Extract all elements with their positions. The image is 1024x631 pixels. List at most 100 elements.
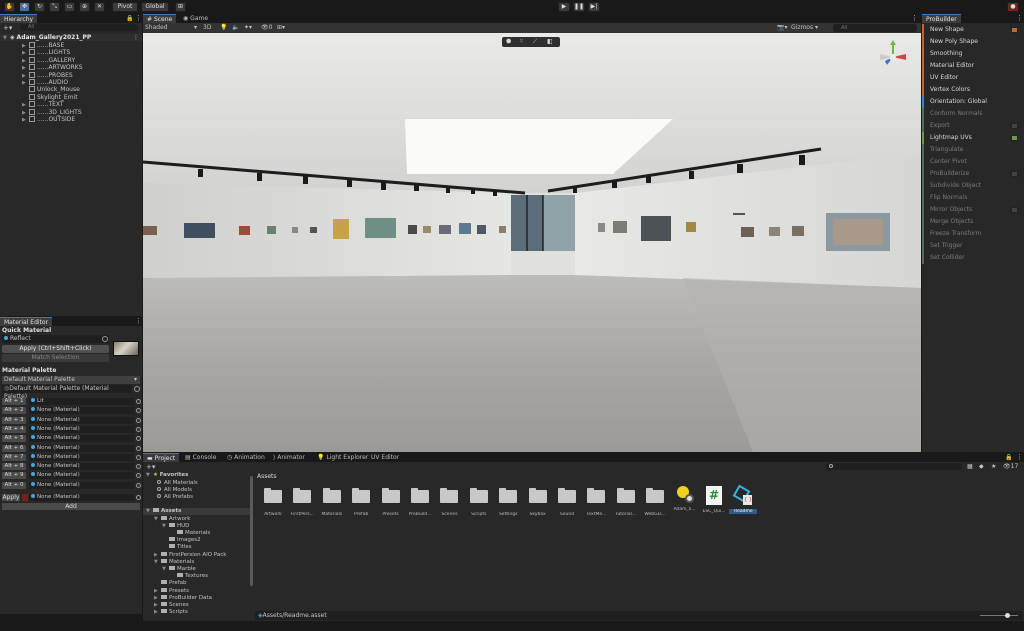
asset-tile[interactable]: Tutorial...: [612, 486, 640, 520]
material-slot-shortcut-button[interactable]: Alt + 6: [2, 444, 26, 452]
asset-tree-item[interactable]: ▶ ProBuilder Data: [154, 594, 212, 602]
tab-probuilder[interactable]: ProBuilder: [922, 14, 961, 23]
hierarchy-item[interactable]: Skylight_Emit: [0, 93, 142, 101]
expand-arrow-icon[interactable]: ▶: [22, 117, 29, 124]
probuilder-action-button[interactable]: Merge Objects: [922, 216, 1024, 228]
step-button[interactable]: ▶|: [588, 2, 600, 12]
more-icon[interactable]: ⋮: [135, 14, 142, 22]
grid-toggle-icon[interactable]: ⊞▾: [277, 24, 285, 31]
material-slot-shortcut-button[interactable]: Alt + 5: [2, 435, 26, 443]
more-icon[interactable]: ⋮: [911, 14, 918, 22]
probuilder-action-button[interactable]: New Poly Shape: [922, 36, 1024, 48]
camera-settings-icon[interactable]: 📷▾: [777, 24, 787, 31]
options-gear-icon[interactable]: [1011, 207, 1018, 213]
grid-snap-button[interactable]: ⊞: [175, 2, 186, 12]
asset-tree-item[interactable]: ▼ Materials: [154, 558, 194, 566]
asset-tile[interactable]: Scenes: [435, 486, 463, 520]
object-picker-icon[interactable]: [136, 454, 141, 460]
object-picker-icon[interactable]: [134, 386, 140, 392]
tab-material-editor[interactable]: Material Editor: [0, 317, 53, 326]
expand-arrow-icon[interactable]: ▼: [162, 566, 169, 573]
asset-tile[interactable]: ProBuild...: [406, 486, 434, 520]
material-slot-shortcut-button[interactable]: Alt + 9: [2, 472, 26, 480]
options-gear-icon[interactable]: [1011, 123, 1018, 129]
object-picker-icon[interactable]: [136, 445, 141, 451]
object-picker-icon[interactable]: [136, 495, 141, 500]
rect-tool-button[interactable]: ▭: [64, 2, 75, 12]
edge-mode-icon[interactable]: ⟋: [533, 38, 537, 46]
quick-material-field[interactable]: Reflect: [2, 335, 109, 343]
palette-dropdown[interactable]: Default Material Palette ▾: [2, 376, 140, 384]
more-icon[interactable]: ⋮: [1016, 14, 1023, 22]
asset-tree-item[interactable]: ▶ Scenes: [154, 601, 189, 609]
audio-toggle-icon[interactable]: 🔈: [232, 24, 239, 31]
options-gear-icon[interactable]: [1011, 135, 1018, 141]
asset-tile[interactable]: Settings: [494, 486, 522, 520]
object-picker-icon[interactable]: [136, 436, 141, 442]
material-slot-shortcut-button[interactable]: Alt + 3: [2, 416, 26, 424]
asset-tile[interactable]: Sound: [553, 486, 581, 520]
probuilder-action-button[interactable]: Smoothing: [922, 48, 1024, 60]
asset-tree-item[interactable]: Textures: [170, 573, 208, 580]
hierarchy-item[interactable]: ▶ ......ARTWORKS: [0, 64, 142, 71]
tree-scrollbar[interactable]: [250, 476, 253, 586]
asset-tree-item[interactable]: Prefab: [154, 580, 187, 587]
expand-arrow-icon[interactable]: ▼: [154, 516, 161, 523]
asset-tree-item[interactable]: Titles: [162, 544, 192, 551]
asset-tree-item[interactable]: ▼ Marble: [162, 565, 196, 573]
probuilder-action-button[interactable]: Set Collider: [922, 252, 1024, 264]
asset-tile[interactable]: Scripts: [465, 486, 493, 520]
apply-slot-material-field[interactable]: None (Material): [29, 494, 134, 501]
orientation-gizmo[interactable]: [875, 39, 911, 75]
more-icon[interactable]: ⋮: [135, 317, 142, 325]
probuilder-action-button[interactable]: Lightmap UVs: [922, 132, 1024, 144]
material-slot-field[interactable]: None (Material): [29, 472, 134, 480]
expand-arrow-icon[interactable]: ▶: [154, 602, 161, 609]
pause-button[interactable]: ❚❚: [573, 2, 585, 12]
object-picker-icon[interactable]: [136, 399, 141, 404]
rotate-tool-button[interactable]: ↻: [34, 2, 45, 12]
material-slot-field[interactable]: None (Material): [29, 416, 134, 424]
favorite-item[interactable]: All Materials: [157, 479, 198, 487]
probuilder-action-button[interactable]: New Shape: [922, 24, 1024, 36]
expand-arrow-icon[interactable]: ▼: [162, 523, 169, 530]
vertex-mode-icon[interactable]: ⁙: [519, 38, 524, 45]
hierarchy-item[interactable]: ▶ ......TEXT: [0, 101, 142, 108]
asset-tree-item[interactable]: Materials: [170, 529, 210, 537]
tab-scene[interactable]: # Scene: [143, 14, 177, 23]
mode-2d-3d-toggle[interactable]: 3D: [203, 24, 215, 32]
probuilder-action-button[interactable]: Export: [922, 120, 1024, 132]
palette-object-field[interactable]: ◎Default Material Palette (Material Pale…: [2, 385, 132, 400]
add-slot-button[interactable]: Add: [2, 503, 140, 510]
asset-tile[interactable]: Artwork: [259, 486, 287, 520]
account-icon[interactable]: ●: [1007, 2, 1019, 12]
asset-tile[interactable]: { } Readme: [729, 484, 758, 520]
material-slot-shortcut-button[interactable]: Alt + 1: [2, 398, 26, 405]
asset-tile[interactable]: WebGLT...: [641, 486, 669, 520]
material-slot-field[interactable]: None (Material): [29, 481, 134, 489]
object-picker-icon[interactable]: [136, 473, 141, 479]
hierarchy-item[interactable]: ▶ ......GALLERY: [0, 56, 142, 64]
asset-tile[interactable]: # ESC_Qui...: [700, 486, 728, 520]
move-tool-button[interactable]: ✥: [19, 2, 30, 12]
create-plus-button[interactable]: +▾: [3, 24, 12, 32]
expand-arrow-icon[interactable]: ▶: [154, 609, 161, 616]
tab-project[interactable]: ▬ Project: [143, 453, 180, 462]
icon-size-slider[interactable]: [980, 615, 1018, 616]
expand-arrow-icon[interactable]: ▶: [154, 552, 161, 559]
probuilder-action-button[interactable]: Vertex Colors: [922, 84, 1024, 96]
material-slot-shortcut-button[interactable]: Alt + 4: [2, 425, 26, 433]
expand-arrow-icon[interactable]: ▶: [154, 595, 161, 602]
scale-tool-button[interactable]: ⤡: [49, 2, 60, 12]
hierarchy-item[interactable]: ▶ ......3D_LIGHTS: [0, 108, 142, 116]
probuilder-action-button[interactable]: Triangulate: [922, 144, 1024, 156]
match-selection-button[interactable]: Match Selection: [2, 354, 109, 362]
apply-slot-color-swatch[interactable]: [22, 494, 28, 501]
object-picker-icon[interactable]: [136, 482, 141, 488]
asset-tile[interactable]: Adam_li...: [671, 486, 699, 520]
asset-tile[interactable]: Skybox: [524, 486, 552, 520]
quick-material-apply-button[interactable]: Apply (Ctrl+Shift+Click): [2, 345, 109, 353]
play-button[interactable]: ▶: [558, 2, 570, 12]
scene-viewport[interactable]: ⬢ ⁙ ⟋ ◧: [143, 33, 921, 452]
object-picker-icon[interactable]: [136, 464, 141, 470]
